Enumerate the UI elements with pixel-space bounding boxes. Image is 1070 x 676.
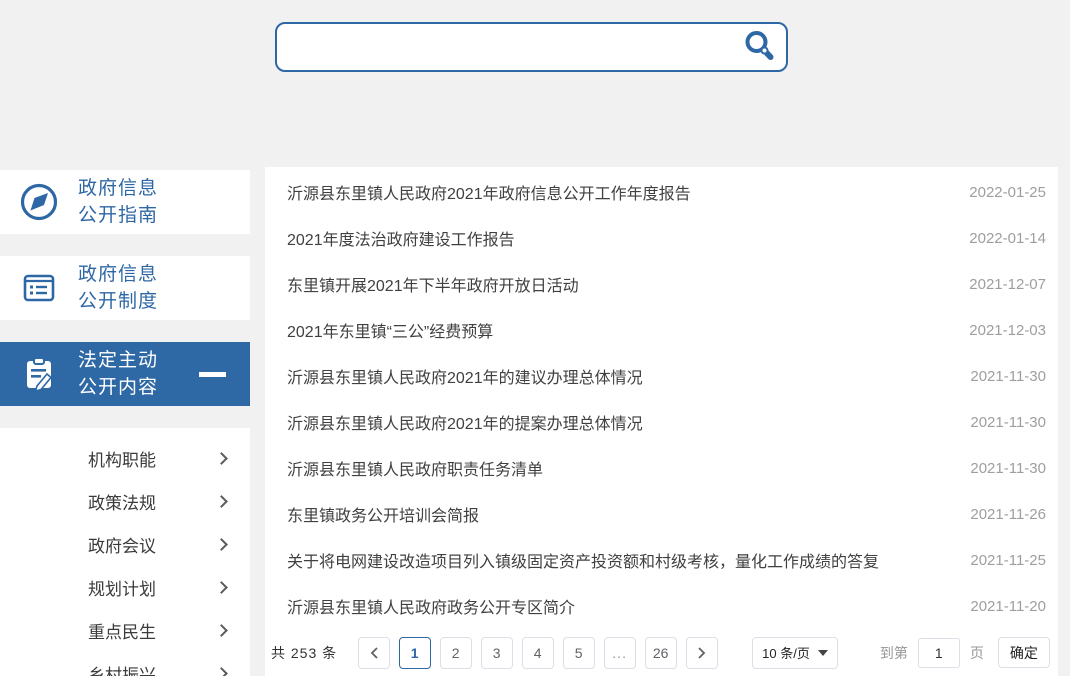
jump-page-input[interactable] (918, 638, 960, 668)
article-date: 2021-11-30 (970, 368, 1046, 385)
chevron-right-icon (697, 647, 707, 659)
chevron-right-icon (215, 538, 228, 551)
page-number-button[interactable]: ... (604, 637, 636, 669)
page-number-button[interactable]: 1 (399, 637, 431, 669)
article-date: 2021-12-03 (969, 322, 1046, 339)
sidebar-menu-item[interactable]: 政府会议 (0, 523, 250, 566)
sidebar-item-label: 政府信息 公开制度 (78, 261, 158, 315)
article-title[interactable]: 沂源县东里镇人民政府2021年的提案办理总体情况 (287, 410, 643, 434)
search-icon (742, 29, 776, 66)
chevron-right-icon (215, 581, 228, 594)
document-list-icon (18, 267, 60, 309)
sidebar-menu-item[interactable]: 重点民生 (0, 609, 250, 652)
confirm-button[interactable]: 确定 (998, 637, 1050, 668)
chevron-left-icon (369, 647, 379, 659)
article-title[interactable]: 东里镇开展2021年下半年政府开放日活动 (287, 272, 579, 296)
sidebar-menu-item-label: 规划计划 (88, 575, 156, 600)
list-item[interactable]: 关于将电网建设改造项目列入镇级固定资产投资额和村级考核，量化工作成绩的答复 20… (265, 537, 1058, 583)
pagination-bar: 共 253 条 1 2 3 4 5 ... 26 (265, 629, 1058, 676)
page-size-select[interactable]: 10 条/页 (752, 637, 838, 669)
sidebar-menu-item-label: 机构职能 (88, 446, 156, 471)
sidebar: 政府信息 公开指南 政府信息 公开制度 (0, 170, 250, 676)
article-title[interactable]: 2021年度法治政府建设工作报告 (287, 226, 515, 250)
chevron-right-icon (215, 624, 228, 637)
sidebar-item-statutory-disclosure[interactable]: 法定主动 公开内容 (0, 342, 250, 406)
chevron-right-icon (215, 667, 228, 676)
minus-collapse-icon[interactable] (199, 372, 226, 377)
caret-down-icon (818, 650, 828, 656)
sidebar-menu-item-label: 政策法规 (88, 489, 156, 514)
article-date: 2022-01-14 (969, 230, 1046, 247)
list-item[interactable]: 东里镇开展2021年下半年政府开放日活动 2021-12-07 (265, 261, 1058, 307)
article-title[interactable]: 东里镇政务公开培训会简报 (287, 502, 479, 526)
compass-icon (18, 181, 60, 223)
page-number-button[interactable]: 26 (645, 637, 677, 669)
article-title[interactable]: 2021年东里镇“三公”经费预算 (287, 318, 493, 342)
article-date: 2021-12-07 (969, 276, 1046, 293)
pagination-total: 共 253 条 (271, 643, 337, 663)
article-date: 2021-11-26 (970, 506, 1046, 523)
jump-suffix-label: 页 (970, 643, 984, 663)
sidebar-menu-item[interactable]: 政策法规 (0, 480, 250, 523)
list-item[interactable]: 东里镇政务公开培训会简报 2021-11-26 (265, 491, 1058, 537)
page: 政府信息 公开指南 政府信息 公开制度 (0, 0, 1070, 676)
sidebar-menu-item[interactable]: 规划计划 (0, 566, 250, 609)
page-number-button[interactable]: 3 (481, 637, 513, 669)
search-button[interactable] (732, 24, 786, 70)
article-list: 沂源县东里镇人民政府2021年政府信息公开工作年度报告 2022-01-25 2… (265, 169, 1058, 629)
sidebar-menu-item-label: 政府会议 (88, 532, 156, 557)
list-item[interactable]: 沂源县东里镇人民政府2021年政府信息公开工作年度报告 2022-01-25 (265, 169, 1058, 215)
list-item[interactable]: 沂源县东里镇人民政府政务公开专区简介 2021-11-20 (265, 583, 1058, 629)
article-title[interactable]: 沂源县东里镇人民政府2021年政府信息公开工作年度报告 (287, 180, 691, 204)
list-item[interactable]: 沂源县东里镇人民政府2021年的建议办理总体情况 2021-11-30 (265, 353, 1058, 399)
chevron-right-icon (215, 452, 228, 465)
search-bar (275, 22, 788, 72)
jump-prefix-label: 到第 (880, 643, 908, 663)
page-number-button[interactable]: 4 (522, 637, 554, 669)
next-page-button[interactable] (686, 637, 718, 669)
article-title[interactable]: 沂源县东里镇人民政府职责任务清单 (287, 456, 543, 480)
article-title[interactable]: 关于将电网建设改造项目列入镇级固定资产投资额和村级考核，量化工作成绩的答复 (287, 548, 879, 572)
sidebar-menu-item-label: 乡村振兴 (88, 661, 156, 676)
sidebar-item-label: 法定主动 公开内容 (78, 347, 158, 401)
article-date: 2021-11-25 (970, 552, 1046, 569)
chevron-right-icon (215, 495, 228, 508)
list-item[interactable]: 2021年东里镇“三公”经费预算 2021-12-03 (265, 307, 1058, 353)
article-date: 2021-11-30 (970, 460, 1046, 477)
page-size-label: 10 条/页 (762, 643, 810, 662)
article-title[interactable]: 沂源县东里镇人民政府政务公开专区简介 (287, 594, 575, 618)
list-item[interactable]: 沂源县东里镇人民政府2021年的提案办理总体情况 2021-11-30 (265, 399, 1058, 445)
prev-page-button[interactable] (358, 637, 390, 669)
page-number-button[interactable]: 2 (440, 637, 472, 669)
page-number-button[interactable]: 5 (563, 637, 595, 669)
sidebar-item-disclosure-guide[interactable]: 政府信息 公开指南 (0, 170, 250, 234)
sidebar-menu-item-label: 重点民生 (88, 618, 156, 643)
article-list-panel: 沂源县东里镇人民政府2021年政府信息公开工作年度报告 2022-01-25 2… (265, 167, 1058, 676)
clipboard-pencil-icon (18, 353, 60, 395)
list-item[interactable]: 沂源县东里镇人民政府职责任务清单 2021-11-30 (265, 445, 1058, 491)
article-date: 2021-11-30 (970, 414, 1046, 431)
list-item[interactable]: 2021年度法治政府建设工作报告 2022-01-14 (265, 215, 1058, 261)
sidebar-item-label: 政府信息 公开指南 (78, 175, 158, 229)
article-date: 2022-01-25 (969, 184, 1046, 201)
sidebar-menu-item[interactable]: 乡村振兴 (0, 652, 250, 676)
sidebar-menu: 机构职能 政策法规 政府会议 规划计划 (0, 428, 250, 676)
article-title[interactable]: 沂源县东里镇人民政府2021年的建议办理总体情况 (287, 364, 643, 388)
search-input[interactable] (277, 24, 732, 70)
article-date: 2021-11-20 (970, 598, 1046, 615)
sidebar-item-disclosure-system[interactable]: 政府信息 公开制度 (0, 256, 250, 320)
sidebar-menu-item[interactable]: 机构职能 (0, 437, 250, 480)
